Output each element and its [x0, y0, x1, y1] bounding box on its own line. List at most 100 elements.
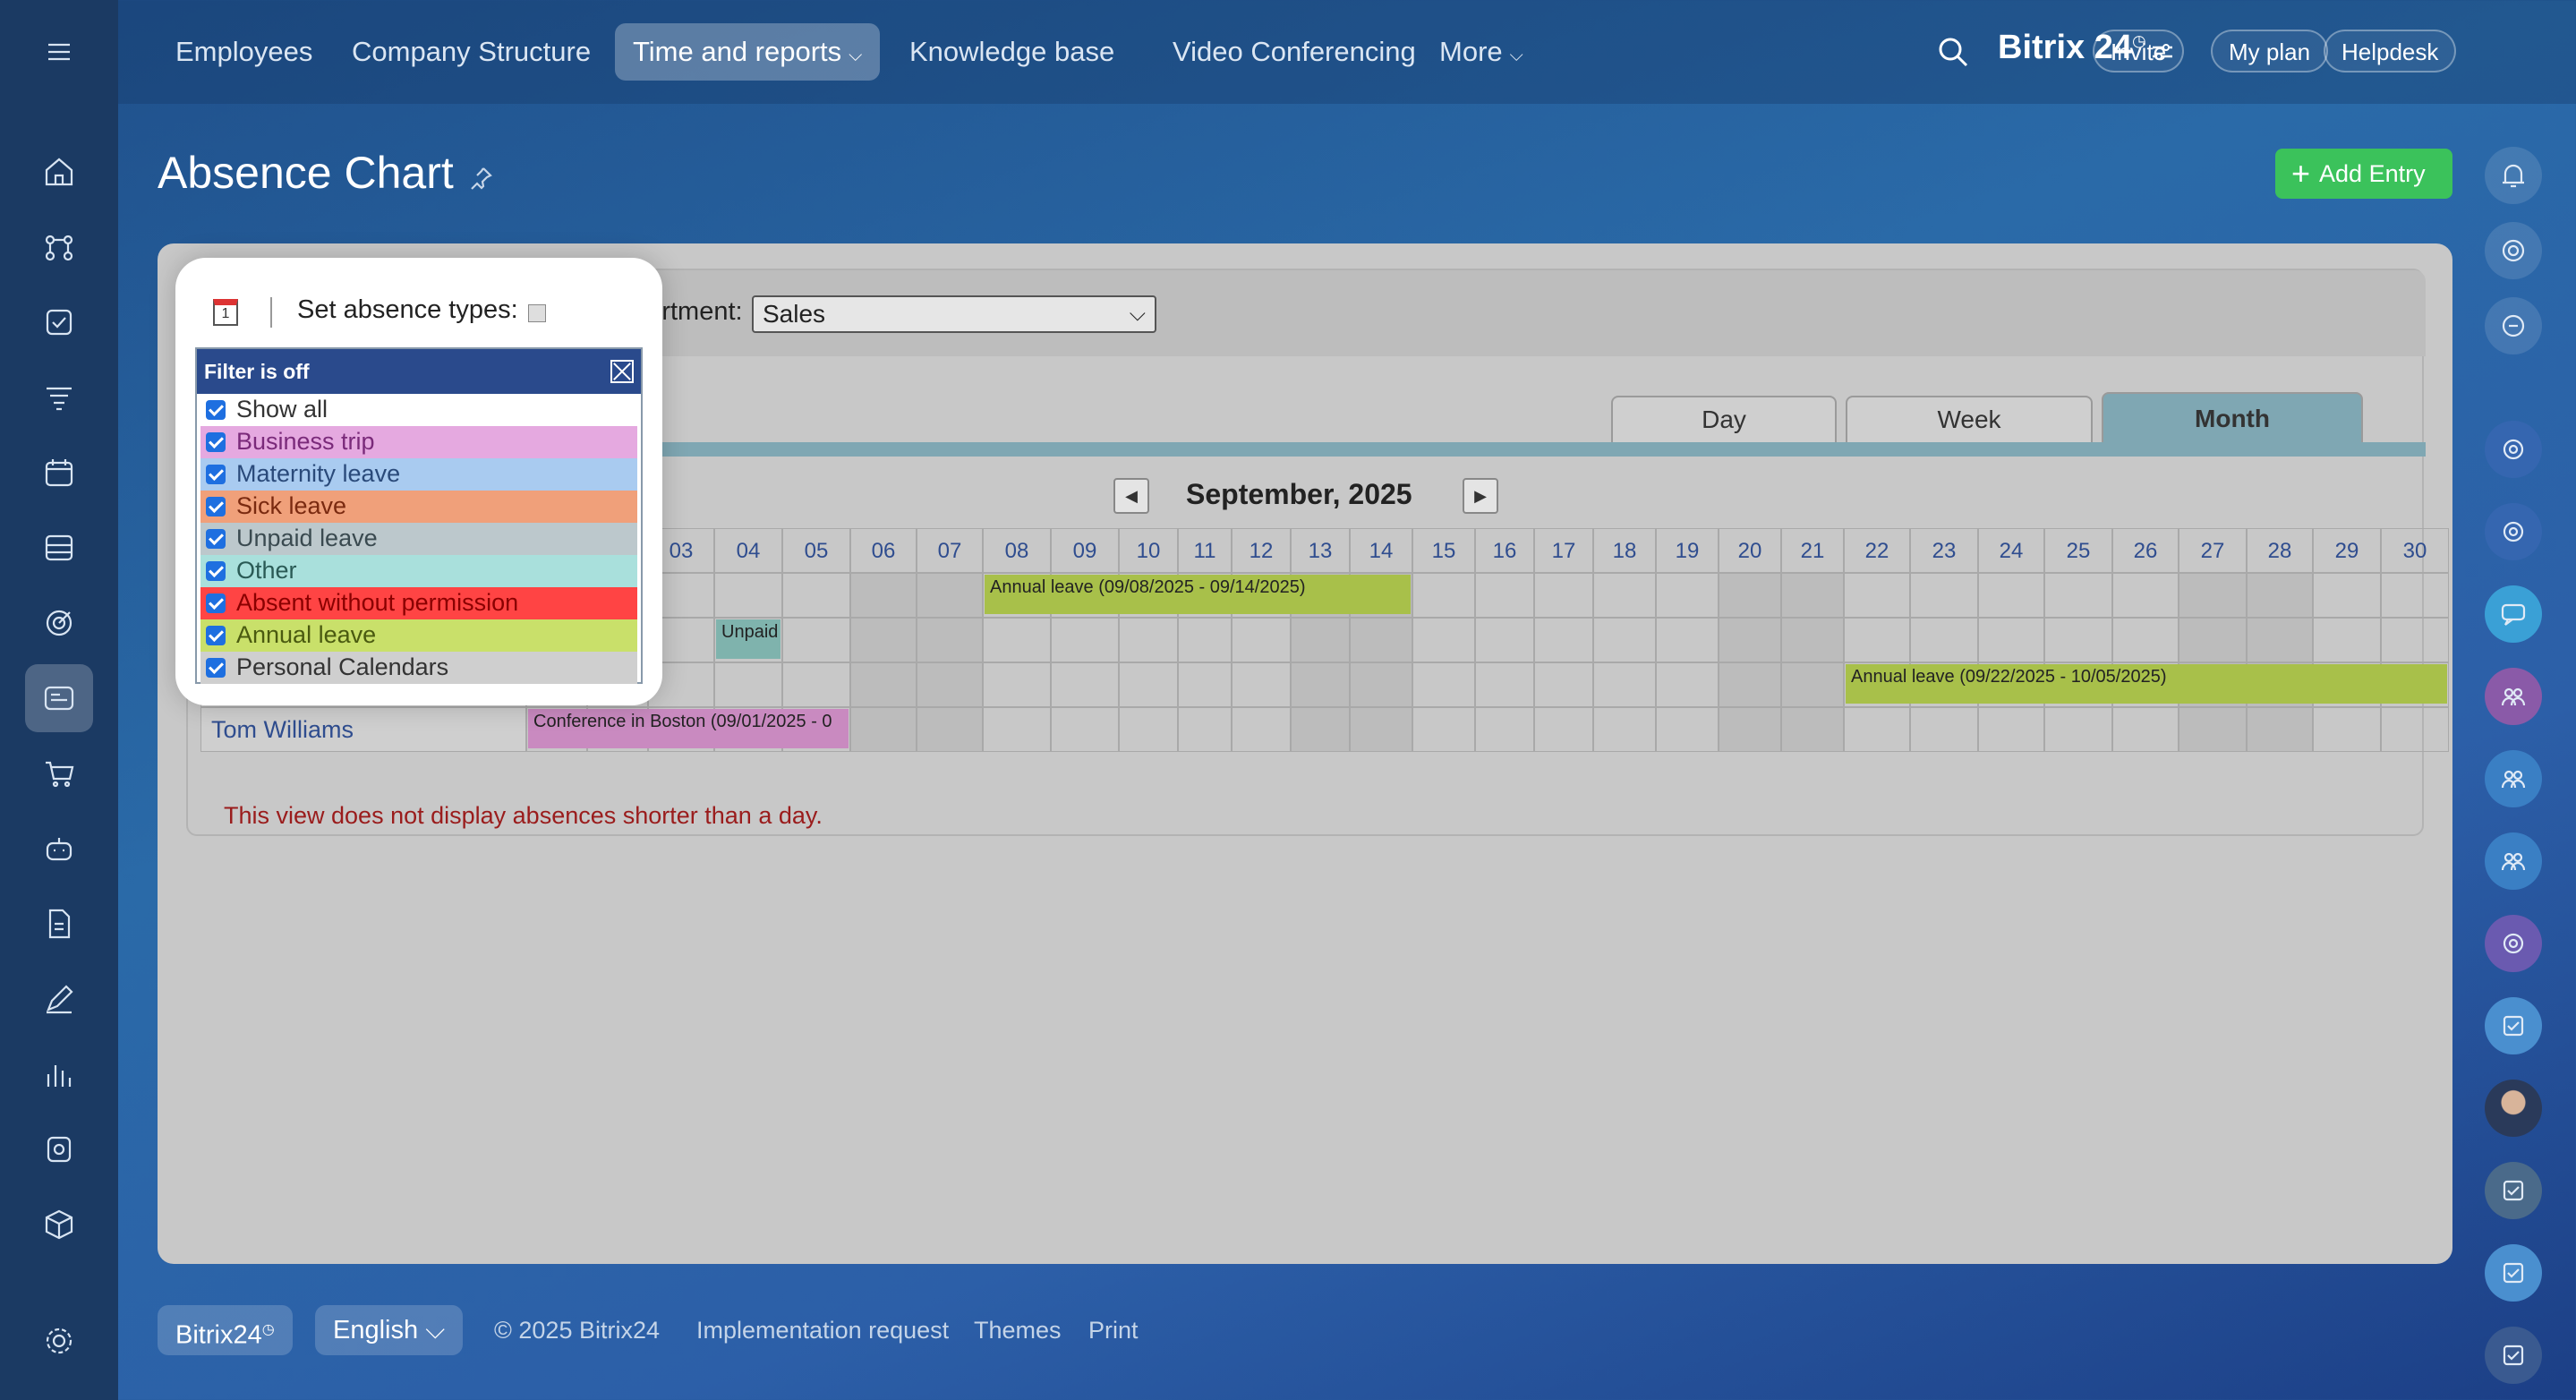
contact-avatar[interactable]	[2485, 1080, 2542, 1137]
day-cell[interactable]	[1719, 662, 1781, 707]
day-cell[interactable]	[2179, 573, 2247, 618]
day-cell[interactable]	[1412, 662, 1475, 707]
day-cell[interactable]	[1051, 618, 1119, 662]
nav-video-conferencing[interactable]: Video Conferencing	[1155, 23, 1434, 81]
nav-time-and-reports[interactable]: Time and reports ⌵	[615, 23, 881, 81]
day-cell[interactable]	[1475, 618, 1534, 662]
day-cell[interactable]	[1178, 707, 1232, 752]
day-cell[interactable]	[1412, 573, 1475, 618]
day-cell[interactable]	[714, 573, 782, 618]
task-chat-icon[interactable]	[2485, 1162, 2542, 1219]
task-chat-icon[interactable]	[2485, 997, 2542, 1054]
checkbox-checked-icon[interactable]	[206, 400, 226, 420]
day-cell[interactable]	[1534, 573, 1593, 618]
day-cell[interactable]	[1656, 573, 1719, 618]
chat-search-icon[interactable]	[2485, 297, 2542, 354]
drive-icon[interactable]	[25, 514, 93, 582]
close-icon[interactable]	[610, 360, 634, 383]
task-chat-icon[interactable]	[2485, 1244, 2542, 1302]
day-cell[interactable]	[1978, 573, 2044, 618]
day-cell[interactable]	[1232, 618, 1291, 662]
day-cell[interactable]	[1534, 618, 1593, 662]
my-plan-button[interactable]: My plan	[2211, 30, 2329, 73]
prev-month-button[interactable]: ◀	[1113, 478, 1149, 514]
filter-option[interactable]: Show all	[200, 394, 637, 426]
group-chat-icon[interactable]	[2485, 668, 2542, 725]
filter-option[interactable]: Maternity leave	[200, 458, 637, 491]
day-cell[interactable]	[1350, 662, 1412, 707]
day-cell[interactable]	[1412, 618, 1475, 662]
network-icon[interactable]	[25, 213, 93, 281]
day-cell[interactable]	[1593, 662, 1656, 707]
day-cell[interactable]	[1119, 662, 1178, 707]
checkbox-checked-icon[interactable]	[206, 497, 226, 516]
absence-bar[interactable]: Conference in Boston (09/01/2025 - 0	[528, 709, 849, 748]
nav-more[interactable]: More ⌵	[1421, 23, 1541, 81]
day-cell[interactable]	[917, 573, 983, 618]
day-cell[interactable]	[917, 618, 983, 662]
day-cell[interactable]	[1232, 707, 1291, 752]
absence-types-toggle[interactable]	[528, 304, 546, 322]
day-cell[interactable]	[1350, 707, 1412, 752]
home-icon[interactable]	[25, 138, 93, 206]
day-cell[interactable]	[1781, 707, 1844, 752]
department-select[interactable]: Sales ⌵	[752, 295, 1156, 333]
group-chat-icon[interactable]	[2485, 750, 2542, 807]
day-cell[interactable]	[1910, 573, 1978, 618]
checkbox-checked-icon[interactable]	[206, 529, 226, 549]
day-cell[interactable]	[2247, 707, 2313, 752]
day-cell[interactable]	[1119, 618, 1178, 662]
day-cell[interactable]	[2044, 573, 2112, 618]
settings-gear-icon[interactable]	[25, 1307, 93, 1375]
day-cell[interactable]	[1291, 707, 1350, 752]
checkbox-checked-icon[interactable]	[206, 561, 226, 581]
day-cell[interactable]	[2179, 618, 2247, 662]
day-cell[interactable]	[782, 662, 850, 707]
day-cell[interactable]	[1534, 662, 1593, 707]
day-cell[interactable]	[2179, 707, 2247, 752]
footer-brand[interactable]: Bitrix24◷	[158, 1305, 293, 1355]
target-icon[interactable]	[25, 589, 93, 657]
checkbox-checked-icon[interactable]	[206, 626, 226, 645]
tab-week[interactable]: Week	[1846, 396, 2093, 442]
themes-link[interactable]: Themes	[974, 1305, 1062, 1355]
time-reports-icon[interactable]	[25, 664, 93, 732]
day-cell[interactable]	[1844, 618, 1910, 662]
calendar-icon[interactable]	[25, 439, 93, 507]
checkbox-checked-icon[interactable]	[206, 432, 226, 452]
day-cell[interactable]	[2112, 618, 2179, 662]
day-cell[interactable]	[1593, 707, 1656, 752]
pin-icon[interactable]	[467, 165, 494, 192]
filter-option[interactable]: Personal Calendars	[200, 652, 637, 684]
tab-day[interactable]: Day	[1611, 396, 1837, 442]
day-cell[interactable]	[1051, 662, 1119, 707]
day-cell[interactable]	[917, 662, 983, 707]
helpdesk-button[interactable]: Helpdesk	[2324, 30, 2457, 73]
search-icon[interactable]	[1935, 34, 1971, 70]
day-cell[interactable]	[1781, 573, 1844, 618]
day-cell[interactable]	[714, 662, 782, 707]
day-cell[interactable]	[2313, 618, 2381, 662]
day-cell[interactable]	[782, 573, 850, 618]
filter-option[interactable]: Unpaid leave	[200, 523, 637, 555]
day-cell[interactable]	[1291, 662, 1350, 707]
analytics-icon[interactable]	[25, 1040, 93, 1108]
day-cell[interactable]	[2112, 707, 2179, 752]
day-cell[interactable]	[1719, 573, 1781, 618]
day-cell[interactable]	[1910, 707, 1978, 752]
package-icon[interactable]	[25, 1191, 93, 1259]
filter-option[interactable]: Sick leave	[200, 491, 637, 523]
nav-company-structure[interactable]: Company Structure	[334, 23, 609, 81]
checkbox-checked-icon[interactable]	[206, 593, 226, 613]
day-cell[interactable]	[2313, 573, 2381, 618]
implementation-request-link[interactable]: Implementation request	[696, 1305, 949, 1355]
day-cell[interactable]	[1475, 573, 1534, 618]
day-cell[interactable]	[2044, 618, 2112, 662]
menu-icon[interactable]	[25, 18, 93, 86]
day-cell[interactable]	[850, 707, 917, 752]
day-cell[interactable]	[2381, 618, 2449, 662]
copilot-chat-icon[interactable]	[2485, 915, 2542, 972]
channel-icon[interactable]	[2485, 503, 2542, 560]
language-select[interactable]: English ⌵	[315, 1305, 464, 1355]
add-entry-button[interactable]: + Add Entry	[2275, 149, 2452, 199]
